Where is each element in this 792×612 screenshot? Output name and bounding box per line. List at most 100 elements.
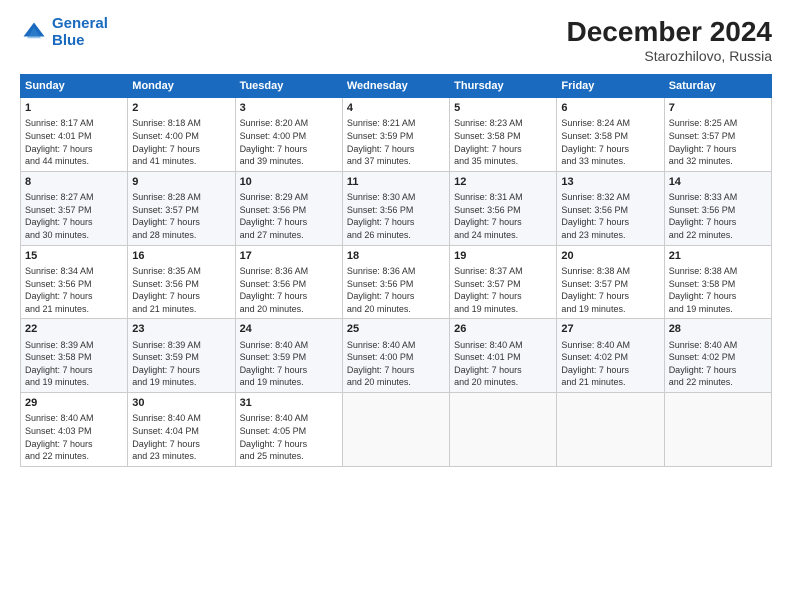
day-info: Sunrise: 8:29 AM Sunset: 3:56 PM Dayligh… [240,191,338,241]
day-info: Sunrise: 8:40 AM Sunset: 4:05 PM Dayligh… [240,412,338,462]
day-number: 27 [561,322,659,337]
day-number: 3 [240,101,338,116]
calendar-subtitle: Starozhilovo, Russia [567,48,772,64]
day-number: 15 [25,249,123,264]
header-tuesday: Tuesday [235,75,342,98]
day-number: 7 [669,101,767,116]
day-number: 17 [240,249,338,264]
day-number: 6 [561,101,659,116]
day-info: Sunrise: 8:25 AM Sunset: 3:57 PM Dayligh… [669,117,767,167]
day-number: 28 [669,322,767,337]
table-row: 31Sunrise: 8:40 AM Sunset: 4:05 PM Dayli… [235,393,342,467]
day-number: 12 [454,175,552,190]
calendar-week-row: 22Sunrise: 8:39 AM Sunset: 3:58 PM Dayli… [21,319,772,393]
table-row: 27 Sunrise: 8:40 AM Sunset: 4:02 PM Dayli… [557,319,664,393]
day-number: 9 [132,175,230,190]
day-info: Sunrise: 8:31 AM Sunset: 3:56 PM Dayligh… [454,191,552,241]
day-info: Sunrise: 8:28 AM Sunset: 3:57 PM Dayligh… [132,191,230,241]
table-row: 25 Sunrise: 8:40 AM Sunset: 4:00 PM Dayli… [342,319,449,393]
table-row: 4Sunrise: 8:21 AM Sunset: 3:59 PM Daylig… [342,98,449,172]
header-wednesday: Wednesday [342,75,449,98]
day-info: Sunrise: 8:18 AM Sunset: 4:00 PM Dayligh… [132,117,230,167]
table-row: 9Sunrise: 8:28 AM Sunset: 3:57 PM Daylig… [128,171,235,245]
day-info: Sunrise: 8:36 AM Sunset: 3:56 PM Dayligh… [347,265,445,315]
day-info: Sunrise: 8:32 AM Sunset: 3:56 PM Dayligh… [561,191,659,241]
calendar-title: December 2024 [567,16,772,48]
day-info: Sunrise: 8:17 AM Sunset: 4:01 PM Dayligh… [25,117,123,167]
table-row: 21Sunrise: 8:38 AM Sunset: 3:58 PM Dayli… [664,245,771,319]
table-row [450,393,557,467]
day-number: 5 [454,101,552,116]
day-number: 16 [132,249,230,264]
day-number: 1 [25,101,123,116]
calendar-week-row: 29Sunrise: 8:40 AM Sunset: 4:03 PM Dayli… [21,393,772,467]
calendar-week-row: 1Sunrise: 8:17 AM Sunset: 4:01 PM Daylig… [21,98,772,172]
calendar-header-row: Sunday Monday Tuesday Wednesday Thursday… [21,75,772,98]
header-thursday: Thursday [450,75,557,98]
day-number: 11 [347,175,445,190]
header: General Blue December 2024 Starozhilovo,… [20,16,772,64]
table-row: 14Sunrise: 8:33 AM Sunset: 3:56 PM Dayli… [664,171,771,245]
day-info: Sunrise: 8:40 AM Sunset: 4:04 PM Dayligh… [132,412,230,462]
calendar-week-row: 15Sunrise: 8:34 AM Sunset: 3:56 PM Dayli… [21,245,772,319]
day-info: Sunrise: 8:37 AM Sunset: 3:57 PM Dayligh… [454,265,552,315]
logo-line1: General [52,15,108,32]
day-number: 2 [132,101,230,116]
table-row: 20Sunrise: 8:38 AM Sunset: 3:57 PM Dayli… [557,245,664,319]
day-number: 4 [347,101,445,116]
day-number: 24 [240,322,338,337]
day-info: Sunrise: 8:33 AM Sunset: 3:56 PM Dayligh… [669,191,767,241]
table-row: 8Sunrise: 8:27 AM Sunset: 3:57 PM Daylig… [21,171,128,245]
day-info: Sunrise: 8:36 AM Sunset: 3:56 PM Dayligh… [240,265,338,315]
table-row: 1Sunrise: 8:17 AM Sunset: 4:01 PM Daylig… [21,98,128,172]
day-info: Sunrise: 8:27 AM Sunset: 3:57 PM Dayligh… [25,191,123,241]
day-number: 31 [240,396,338,411]
page: General Blue December 2024 Starozhilovo,… [0,0,792,612]
table-row: 23 Sunrise: 8:39 AM Sunset: 3:59 PM Dayli… [128,319,235,393]
calendar-table: Sunday Monday Tuesday Wednesday Thursday… [20,74,772,467]
table-row: 26Sunrise: 8:40 AM Sunset: 4:01 PM Dayli… [450,319,557,393]
table-row: 7Sunrise: 8:25 AM Sunset: 3:57 PM Daylig… [664,98,771,172]
table-row: 24 Sunrise: 8:40 AM Sunset: 3:59 PM Dayli… [235,319,342,393]
day-info: Sunrise: 8:40 AM Sunset: 4:00 PM Dayligh… [347,339,445,389]
day-info: Sunrise: 8:40 AM Sunset: 4:01 PM Dayligh… [454,339,552,389]
logo-line2: Blue [52,32,85,49]
day-info: Sunrise: 8:39 AM Sunset: 3:59 PM Dayligh… [132,339,230,389]
day-info: Sunrise: 8:40 AM Sunset: 3:59 PM Dayligh… [240,339,338,389]
day-number: 29 [25,396,123,411]
table-row: 22Sunrise: 8:39 AM Sunset: 3:58 PM Dayli… [21,319,128,393]
day-info: Sunrise: 8:40 AM Sunset: 4:02 PM Dayligh… [561,339,659,389]
day-number: 8 [25,175,123,190]
table-row [664,393,771,467]
table-row: 15Sunrise: 8:34 AM Sunset: 3:56 PM Dayli… [21,245,128,319]
table-row: 16Sunrise: 8:35 AM Sunset: 3:56 PM Dayli… [128,245,235,319]
table-row: 19Sunrise: 8:37 AM Sunset: 3:57 PM Dayli… [450,245,557,319]
table-row [557,393,664,467]
day-info: Sunrise: 8:24 AM Sunset: 3:58 PM Dayligh… [561,117,659,167]
logo-icon [20,19,48,47]
logo-text: General Blue [52,16,108,49]
header-monday: Monday [128,75,235,98]
day-info: Sunrise: 8:38 AM Sunset: 3:58 PM Dayligh… [669,265,767,315]
table-row: 30Sunrise: 8:40 AM Sunset: 4:04 PM Dayli… [128,393,235,467]
title-block: December 2024 Starozhilovo, Russia [567,16,772,64]
day-info: Sunrise: 8:40 AM Sunset: 4:03 PM Dayligh… [25,412,123,462]
day-info: Sunrise: 8:30 AM Sunset: 3:56 PM Dayligh… [347,191,445,241]
day-number: 23 [132,322,230,337]
day-number: 10 [240,175,338,190]
table-row: 13Sunrise: 8:32 AM Sunset: 3:56 PM Dayli… [557,171,664,245]
table-row: 11Sunrise: 8:30 AM Sunset: 3:56 PM Dayli… [342,171,449,245]
header-saturday: Saturday [664,75,771,98]
table-row: 12Sunrise: 8:31 AM Sunset: 3:56 PM Dayli… [450,171,557,245]
day-number: 14 [669,175,767,190]
day-number: 25 [347,322,445,337]
table-row: 10Sunrise: 8:29 AM Sunset: 3:56 PM Dayli… [235,171,342,245]
day-number: 20 [561,249,659,264]
table-row: 2Sunrise: 8:18 AM Sunset: 4:00 PM Daylig… [128,98,235,172]
day-number: 13 [561,175,659,190]
day-info: Sunrise: 8:23 AM Sunset: 3:58 PM Dayligh… [454,117,552,167]
table-row: 6Sunrise: 8:24 AM Sunset: 3:58 PM Daylig… [557,98,664,172]
day-number: 21 [669,249,767,264]
table-row: 3Sunrise: 8:20 AM Sunset: 4:00 PM Daylig… [235,98,342,172]
day-info: Sunrise: 8:39 AM Sunset: 3:58 PM Dayligh… [25,339,123,389]
